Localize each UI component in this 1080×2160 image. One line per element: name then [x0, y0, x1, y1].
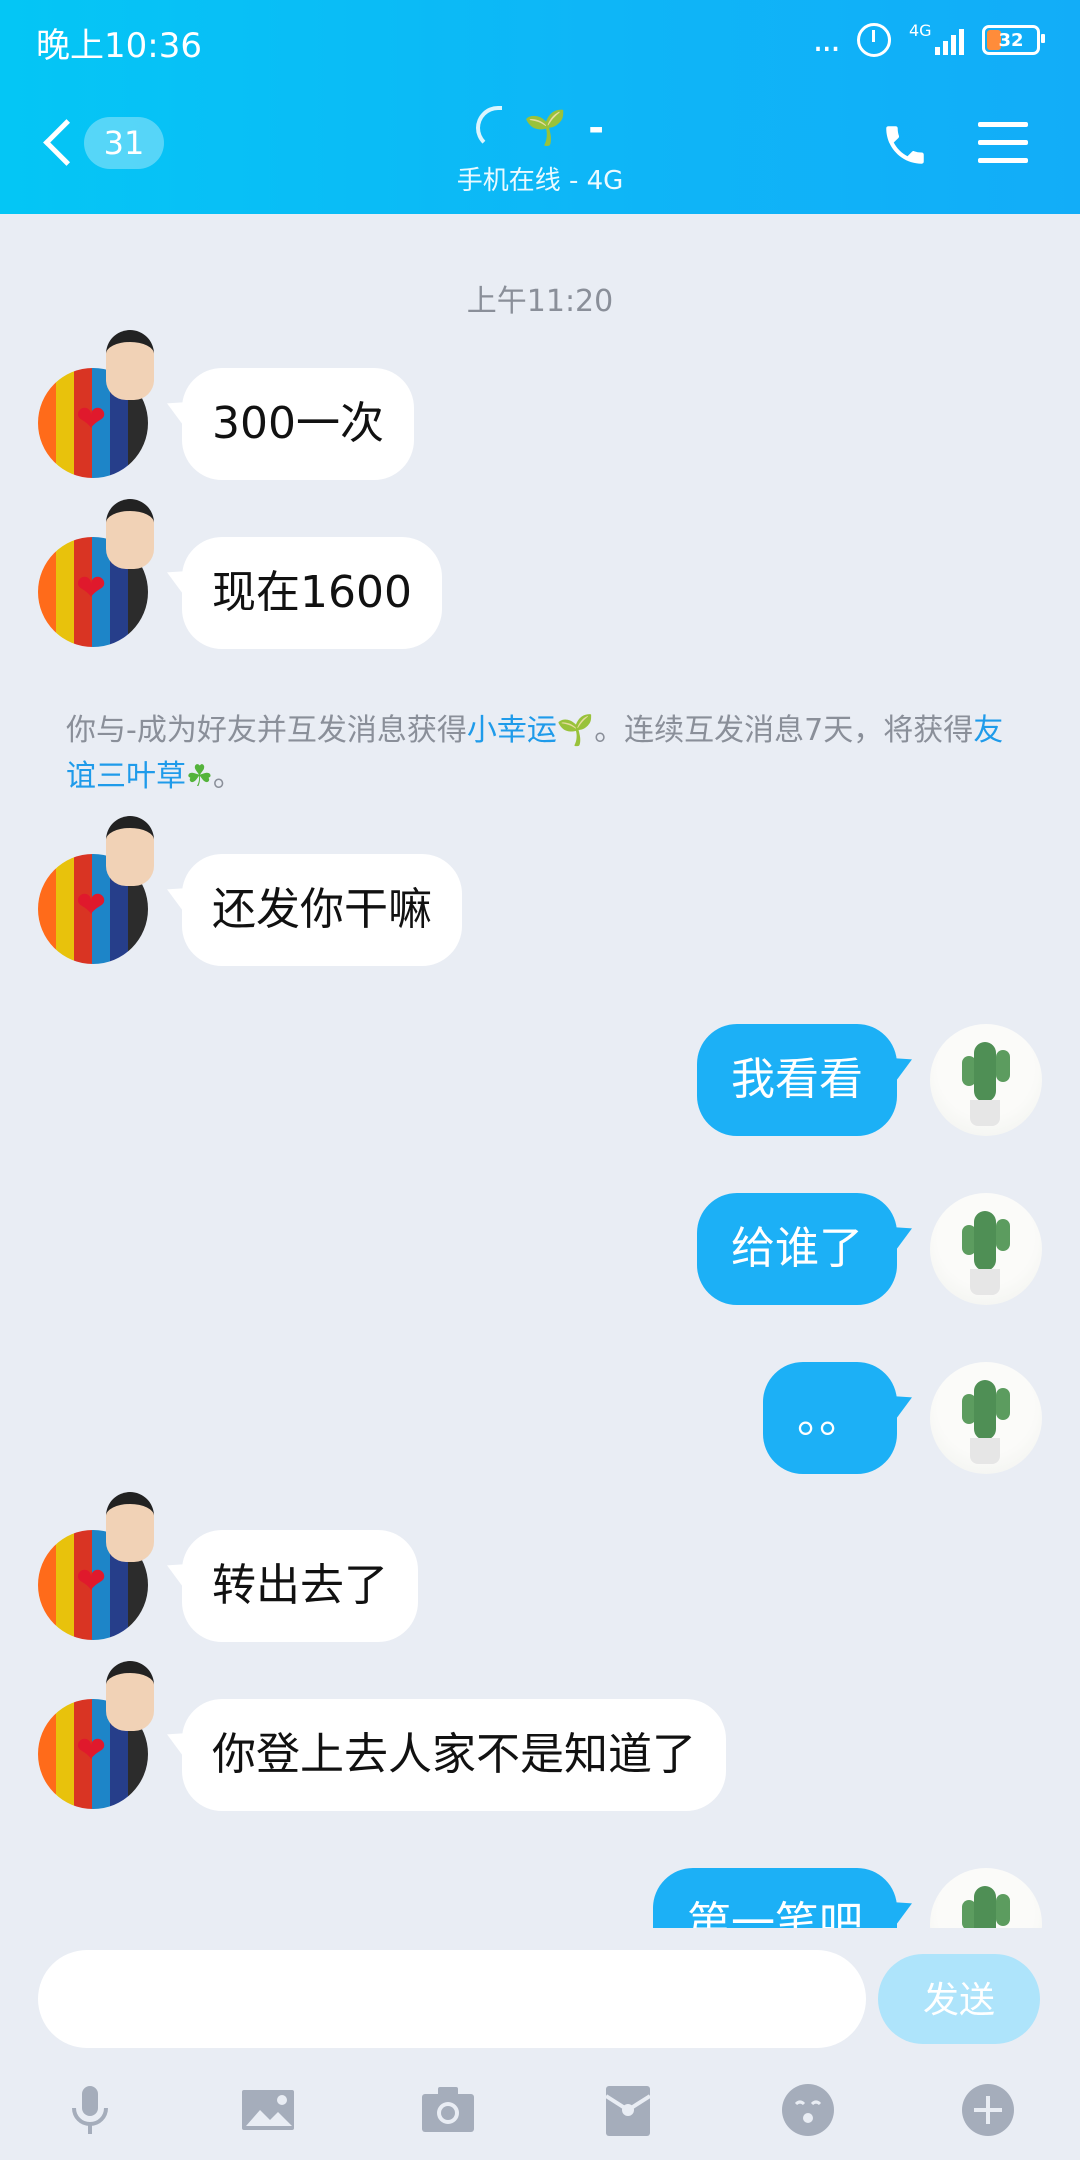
notice-text: 你与-成为好友并互发消息获得: [66, 713, 467, 748]
clover-icon: ☘: [186, 759, 213, 794]
system-notice: 你与-成为好友并互发消息获得小幸运🌱。连续互发消息7天，将获得友谊三叶草☘。: [66, 708, 1016, 800]
chat-header: 晚上10:36 ... 4G 32 31 🌱 - 手机在线 - 4G: [0, 0, 1080, 214]
message-row: 给谁了: [0, 1193, 1080, 1313]
my-avatar[interactable]: [930, 1024, 1042, 1136]
message-input[interactable]: [38, 1950, 866, 2048]
message-row: 。。: [0, 1362, 1080, 1482]
incoming-message[interactable]: 还发你干嘛: [182, 854, 462, 966]
send-button[interactable]: 发送: [878, 1954, 1040, 2044]
image-icon[interactable]: [240, 2082, 296, 2138]
menu-button[interactable]: [978, 122, 1028, 166]
ear-icon: [475, 106, 502, 150]
message-row: ❤ 还发你干嘛: [0, 816, 1080, 974]
red-packet-icon[interactable]: [600, 2082, 656, 2138]
sprout-icon: 🌱: [556, 713, 595, 748]
input-area: 发送: [0, 1928, 1080, 2160]
status-time: 晚上10:36: [36, 26, 202, 66]
mic-icon[interactable]: [62, 2082, 118, 2138]
contact-avatar[interactable]: ❤: [38, 499, 154, 647]
contact-name: -: [588, 106, 605, 150]
message-row: 我看看: [0, 1024, 1080, 1144]
outgoing-message[interactable]: 我看看: [697, 1024, 897, 1136]
message-row: ❤ 现在1600: [0, 499, 1080, 657]
alarm-icon: [857, 23, 891, 57]
message-row: ❤ 300一次: [0, 330, 1080, 488]
incoming-message[interactable]: 现在1600: [182, 537, 442, 649]
my-avatar[interactable]: [930, 1868, 1042, 1928]
notice-text: 。: [212, 759, 243, 794]
message-row: 第一笔吧: [0, 1868, 1080, 1928]
message-list[interactable]: 上午11:20 ❤ 300一次 ❤ 现在1600 你与-成为好友并互发消息获得小…: [0, 214, 1080, 1928]
incoming-message[interactable]: 转出去了: [182, 1530, 418, 1642]
my-avatar[interactable]: [930, 1362, 1042, 1474]
signal-icon: 4G: [909, 21, 964, 55]
plus-icon[interactable]: [960, 2082, 1016, 2138]
time-separator: 上午11:20: [466, 284, 614, 319]
sprout-icon: 🌱: [523, 108, 567, 148]
status-icons: ... 4G 32: [812, 20, 1045, 60]
battery-level: 32: [998, 29, 1024, 51]
message-row: ❤ 转出去了: [0, 1492, 1080, 1650]
emoji-icon[interactable]: [780, 2082, 836, 2138]
lucky-link[interactable]: 小幸运: [467, 713, 557, 748]
phone-icon: [886, 126, 924, 164]
my-avatar[interactable]: [930, 1193, 1042, 1305]
more-dots-icon: ...: [812, 20, 841, 60]
contact-avatar[interactable]: ❤: [38, 330, 154, 478]
incoming-message[interactable]: 你登上去人家不是知道了: [182, 1699, 726, 1811]
message-row: ❤ 你登上去人家不是知道了: [0, 1661, 1080, 1819]
contact-avatar[interactable]: ❤: [38, 816, 154, 964]
battery-icon: 32: [982, 25, 1045, 55]
outgoing-message[interactable]: 第一笔吧: [653, 1868, 897, 1928]
incoming-message[interactable]: 300一次: [182, 368, 414, 480]
notice-text: 。连续互发消息7天，将获得: [594, 713, 974, 748]
contact-avatar[interactable]: ❤: [38, 1492, 154, 1640]
input-toolbar: [0, 2068, 1080, 2158]
contact-avatar[interactable]: ❤: [38, 1661, 154, 1809]
outgoing-message[interactable]: 给谁了: [697, 1193, 897, 1305]
camera-icon[interactable]: [420, 2082, 476, 2138]
outgoing-message[interactable]: 。。: [763, 1362, 897, 1474]
phone-call-button[interactable]: [880, 120, 930, 170]
network-type: 4G: [909, 21, 932, 40]
